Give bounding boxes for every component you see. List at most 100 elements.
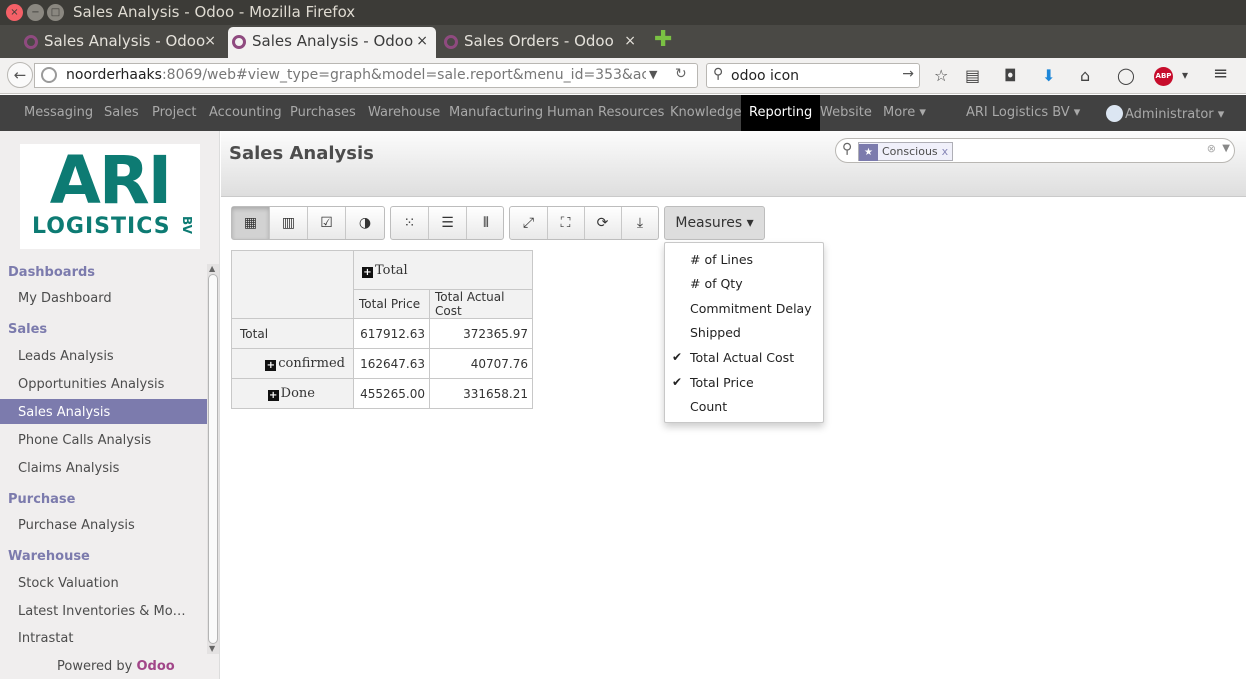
menu-reporting[interactable]: Reporting [741, 95, 821, 131]
search-icon: ⚲ [713, 66, 724, 82]
scroll-up-icon[interactable]: ▲ [209, 264, 215, 273]
browser-tab-3[interactable]: Sales Orders - Odoo × [440, 27, 644, 58]
measure-option-total-actual-cost[interactable]: Total Actual Cost [690, 350, 794, 365]
pivot-table-mode-button[interactable]: ▦ [232, 207, 270, 239]
sidebar-item-sales-analysis[interactable]: Sales Analysis [0, 399, 207, 424]
pivot-row-header-total[interactable]: Total [231, 318, 354, 349]
chat-bubble-icon[interactable]: ◯ [1117, 66, 1135, 85]
window-titlebar: × − □ Sales Analysis - Odoo - Mozilla Fi… [0, 0, 1246, 25]
pie-chart-mode-button[interactable]: ◑ [346, 207, 384, 239]
rows-layout-button[interactable]: ☰ [429, 207, 467, 239]
company-switcher[interactable]: ARI Logistics BV ▾ [966, 105, 1080, 120]
sidebar-item-latest-inventories[interactable]: Latest Inventories & Mo… [0, 598, 207, 623]
line-chart-mode-button[interactable]: ☑ [308, 207, 346, 239]
pivot-col-header-total[interactable]: + Total [353, 250, 533, 290]
fullscreen-icon[interactable]: ⛶ [547, 207, 585, 239]
sidebar-item-purchase-analysis[interactable]: Purchase Analysis [0, 512, 207, 537]
browser-tab-2-active[interactable]: Sales Analysis - Odoo × [228, 27, 436, 58]
menu-sales[interactable]: Sales [104, 105, 139, 120]
bar-chart-mode-button[interactable]: ▥ [270, 207, 308, 239]
facet-remove-icon[interactable]: x [942, 145, 953, 158]
menu-human-resources[interactable]: Human Resources [547, 105, 664, 120]
tab-close-icon[interactable]: × [624, 33, 636, 49]
search-clear-icon[interactable]: ⊗ [1207, 142, 1216, 155]
measure-option-commitment-delay[interactable]: Commitment Delay [690, 301, 812, 316]
swap-axis-refresh-icon[interactable]: ⟳ [584, 207, 622, 239]
url-text[interactable]: noorderhaaks:8069/web#view_type=graph&mo… [66, 67, 646, 83]
menu-accounting[interactable]: Accounting [209, 105, 282, 120]
pocket-icon[interactable]: ◘ [1004, 66, 1017, 85]
tab-close-icon[interactable]: × [204, 33, 216, 49]
sidebar-item-phone-calls-analysis[interactable]: Phone Calls Analysis [0, 427, 207, 452]
window-minimize-button[interactable]: − [27, 4, 44, 21]
sidebar-section-warehouse: Warehouse [8, 549, 90, 564]
columns-layout-button[interactable]: ⦀ [467, 207, 505, 239]
bookmark-star-icon[interactable]: ☆ [934, 66, 948, 85]
menu-manufacturing[interactable]: Manufacturing [449, 105, 543, 120]
measure-option-shipped[interactable]: Shipped [690, 325, 741, 340]
adblock-plus-icon[interactable]: ABP [1154, 67, 1173, 86]
pivot-row-header-done[interactable]: + Done [231, 378, 354, 409]
window-close-button[interactable]: × [6, 4, 23, 21]
menu-website[interactable]: Website [820, 105, 872, 120]
reload-icon[interactable]: ↻ [675, 66, 687, 82]
powered-by-odoo[interactable]: Powered by Odoo [57, 659, 175, 674]
pivot-row-header-confirmed[interactable]: + confirmed [231, 348, 354, 379]
measures-dropdown-button[interactable]: Measures ▾ [664, 206, 765, 240]
search-options-dropdown-icon[interactable]: ▼ [1222, 143, 1230, 154]
tab-close-icon[interactable]: × [416, 33, 428, 49]
pivot-measure-header[interactable]: Total Price [353, 289, 430, 319]
url-history-dropdown-icon[interactable]: ▼ [649, 68, 657, 81]
sidebar-item-intrastat[interactable]: Intrastat [0, 625, 207, 650]
new-tab-plus-icon[interactable]: ✚ [654, 29, 672, 51]
download-icon[interactable]: ⤓ [621, 207, 659, 239]
sidebar-item-stock-valuation[interactable]: Stock Valuation [0, 570, 207, 595]
expand-all-icon[interactable]: ⤢ [510, 207, 548, 239]
menu-knowledge[interactable]: Knowledge [670, 105, 741, 120]
search-icon: ⚲ [842, 141, 853, 157]
window-title: Sales Analysis - Odoo - Mozilla Firefox [73, 3, 356, 21]
hamburger-menu-icon[interactable]: ≡ [1213, 63, 1228, 84]
expand-plus-icon: + [362, 266, 373, 278]
menu-messaging[interactable]: Messaging [24, 105, 93, 120]
measure-option-count[interactable]: Count [690, 399, 727, 414]
pivot-measure-header[interactable]: Total Actual Cost [429, 289, 533, 319]
user-menu[interactable]: Administrator ▾ [1106, 105, 1224, 122]
sidebar-item-leads-analysis[interactable]: Leads Analysis [0, 343, 207, 368]
graph-mode-buttons: ▦ ▥ ☑ ◑ [231, 206, 385, 240]
back-arrow-icon[interactable]: ← [7, 62, 33, 88]
checkmark-icon: ✔ [672, 375, 683, 389]
scrollbar-thumb[interactable] [208, 274, 218, 644]
downloads-arrow-icon[interactable]: ⬇ [1042, 66, 1055, 85]
url-bar[interactable]: noorderhaaks:8069/web#view_type=graph&mo… [34, 63, 698, 88]
facet-value: Conscious [882, 145, 938, 158]
measure-option-total-price[interactable]: Total Price [690, 375, 754, 390]
pivot-cell: 372365.97 [429, 318, 533, 349]
company-logo[interactable]: ARI LOGISTICS BV [20, 144, 200, 249]
measure-option-qty[interactable]: # of Qty [690, 276, 743, 291]
menu-purchases[interactable]: Purchases [290, 105, 356, 120]
sidebar-scrollbar[interactable]: ▲ ▼ [207, 264, 219, 654]
window-maximize-button[interactable]: □ [47, 4, 64, 21]
home-icon[interactable]: ⌂ [1080, 66, 1090, 85]
checkmark-icon: ✔ [672, 350, 683, 364]
page-title: Sales Analysis [229, 143, 374, 164]
scroll-down-icon[interactable]: ▼ [209, 644, 215, 653]
table-row: Total 617912.63 372365.97 [231, 318, 533, 349]
adblock-dropdown-icon[interactable]: ▾ [1182, 68, 1188, 82]
browser-tab-1[interactable]: Sales Analysis - Odoo × [20, 27, 224, 58]
search-go-arrow-icon[interactable]: → [902, 66, 914, 82]
avatar [1106, 105, 1123, 122]
menu-project[interactable]: Project [152, 105, 196, 120]
search-facet[interactable]: ★ Conscious x [858, 142, 954, 161]
sidebar-item-claims-analysis[interactable]: Claims Analysis [0, 455, 207, 480]
sidebar-item-opportunities-analysis[interactable]: Opportunities Analysis [0, 371, 207, 396]
reading-list-icon[interactable]: ▤ [965, 66, 980, 85]
grid-layout-button[interactable]: ⁙ [391, 207, 429, 239]
measure-option-lines[interactable]: # of Lines [690, 252, 753, 267]
menu-more[interactable]: More ▾ [883, 105, 926, 120]
browser-search-input[interactable]: ⚲ odoo icon → [706, 63, 920, 88]
menu-warehouse[interactable]: Warehouse [368, 105, 440, 120]
search-view-input[interactable]: ⚲ ★ Conscious x ⊗ ▼ [835, 138, 1235, 163]
sidebar-item-my-dashboard[interactable]: My Dashboard [0, 285, 207, 310]
